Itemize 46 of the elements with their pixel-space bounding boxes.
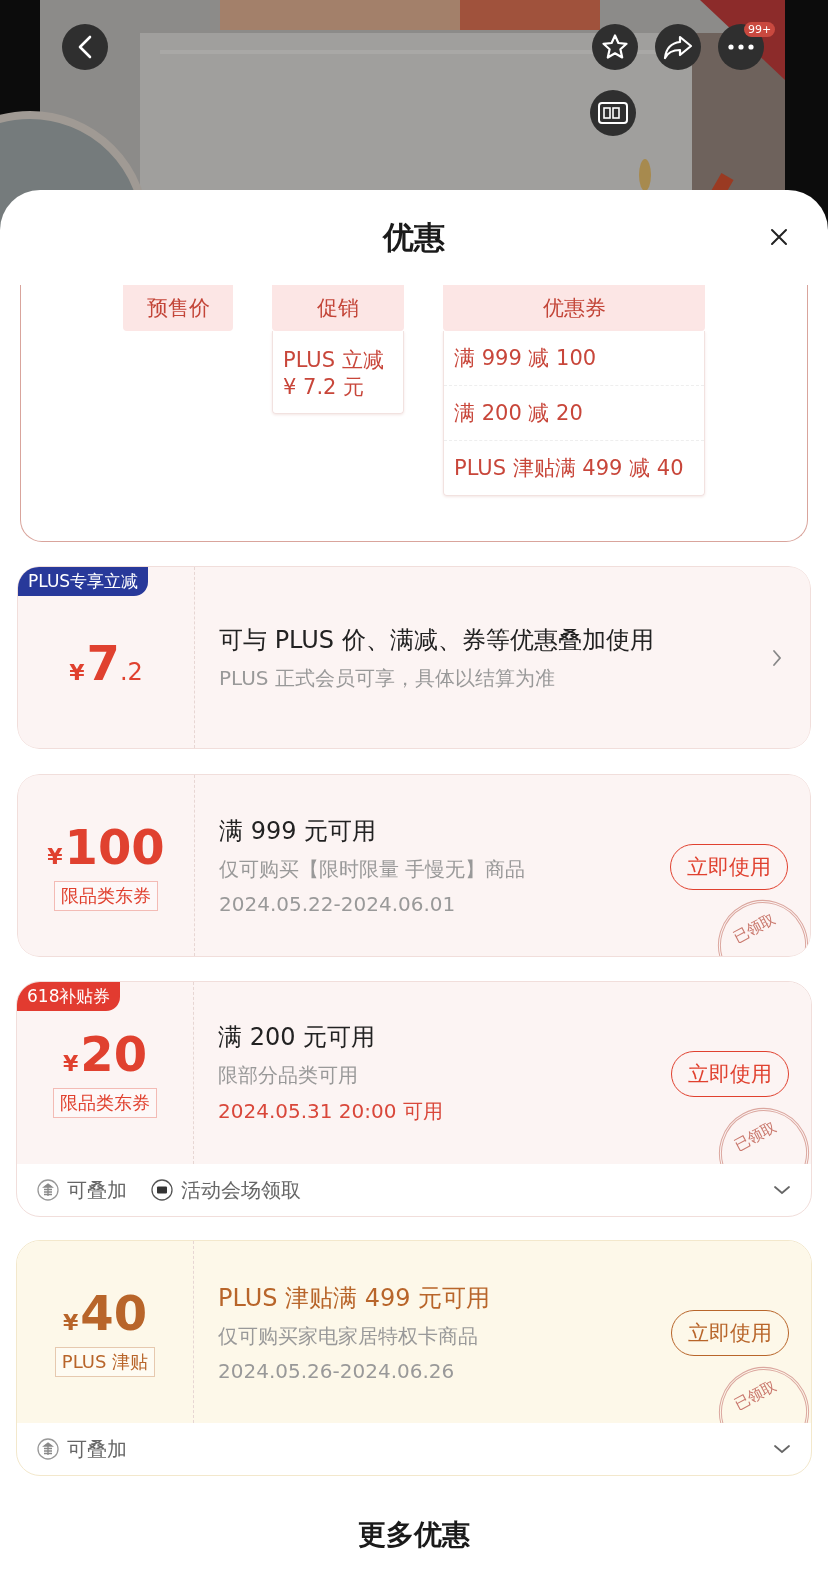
section-heading: 更多优惠 xyxy=(358,1517,470,1553)
star-icon xyxy=(601,33,629,61)
structure-heading: 促销 xyxy=(272,285,404,331)
chevron-right-icon[interactable] xyxy=(772,649,782,667)
close-button[interactable] xyxy=(768,226,790,248)
card-tag: 618补贴券 xyxy=(17,982,121,1011)
coupon-type-label: 限品类东券 xyxy=(53,1088,157,1118)
coupon-detail: 2024.05.31 20:00 可用 xyxy=(218,1098,443,1125)
ticket-icon xyxy=(151,1179,173,1201)
structure-heading: 预售价 xyxy=(123,285,233,331)
sheet-title: 优惠 xyxy=(383,217,445,257)
notification-badge: 99+ xyxy=(744,22,776,37)
coupon-detail: 仅可购买家电家居特权卡商品 xyxy=(218,1322,478,1350)
coupon-feature: 活动会场领取 xyxy=(181,1176,301,1204)
structure-heading: 优惠券 xyxy=(443,285,705,331)
stack-icon xyxy=(37,1438,59,1460)
share-icon xyxy=(663,34,693,60)
back-icon xyxy=(78,35,92,59)
coupon-feature: 可叠加 xyxy=(67,1176,127,1204)
coupon-condition: PLUS 津贴满 499 元可用 xyxy=(218,1282,491,1314)
coupon-detail: 2024.05.26-2024.06.26 xyxy=(218,1358,455,1383)
coupon-type-label: PLUS 津贴 xyxy=(54,1347,156,1377)
close-icon xyxy=(770,228,788,246)
coupon-detail: 2024.05.22-2024.06.01 xyxy=(219,892,456,916)
coupon-feature: 可叠加 xyxy=(67,1435,127,1463)
coupon-condition: 可与 PLUS 价、满减、券等优惠叠加使用 xyxy=(219,624,654,656)
chevron-down-icon[interactable] xyxy=(773,1185,791,1195)
coupon-type-label: 限品类东券 xyxy=(54,880,158,911)
coupon-detail: 仅可购买【限时限量 手慢无】商品 xyxy=(219,856,526,883)
coupon-amount: ¥20 xyxy=(62,1028,148,1080)
coupon-condition: 满 200 元可用 xyxy=(218,1022,376,1053)
coupon-amount: ¥40 xyxy=(62,1287,148,1339)
coupon-amount: ¥100 xyxy=(47,820,165,873)
structure-item: PLUS 立减 ¥ 7.2 元 xyxy=(282,347,385,401)
structure-item: PLUS 津贴满 499 减 40 xyxy=(453,455,685,482)
chevron-down-icon[interactable] xyxy=(773,1444,791,1454)
coupon-note: PLUS 正式会员可享，具体以结算为准 xyxy=(219,664,555,692)
structure-item: 满 999 减 100 xyxy=(444,331,704,386)
display-icon xyxy=(598,102,628,124)
more-icon xyxy=(728,44,754,50)
structure-item: 满 200 减 20 xyxy=(444,386,704,441)
coupon-detail: 限部分品类可用 xyxy=(218,1062,358,1089)
stack-icon xyxy=(37,1179,59,1201)
coupon-condition: 满 999 元可用 xyxy=(219,816,377,847)
card-tag: PLUS专享立减 xyxy=(18,567,149,596)
discount-amount: ¥7.2 xyxy=(69,633,143,689)
